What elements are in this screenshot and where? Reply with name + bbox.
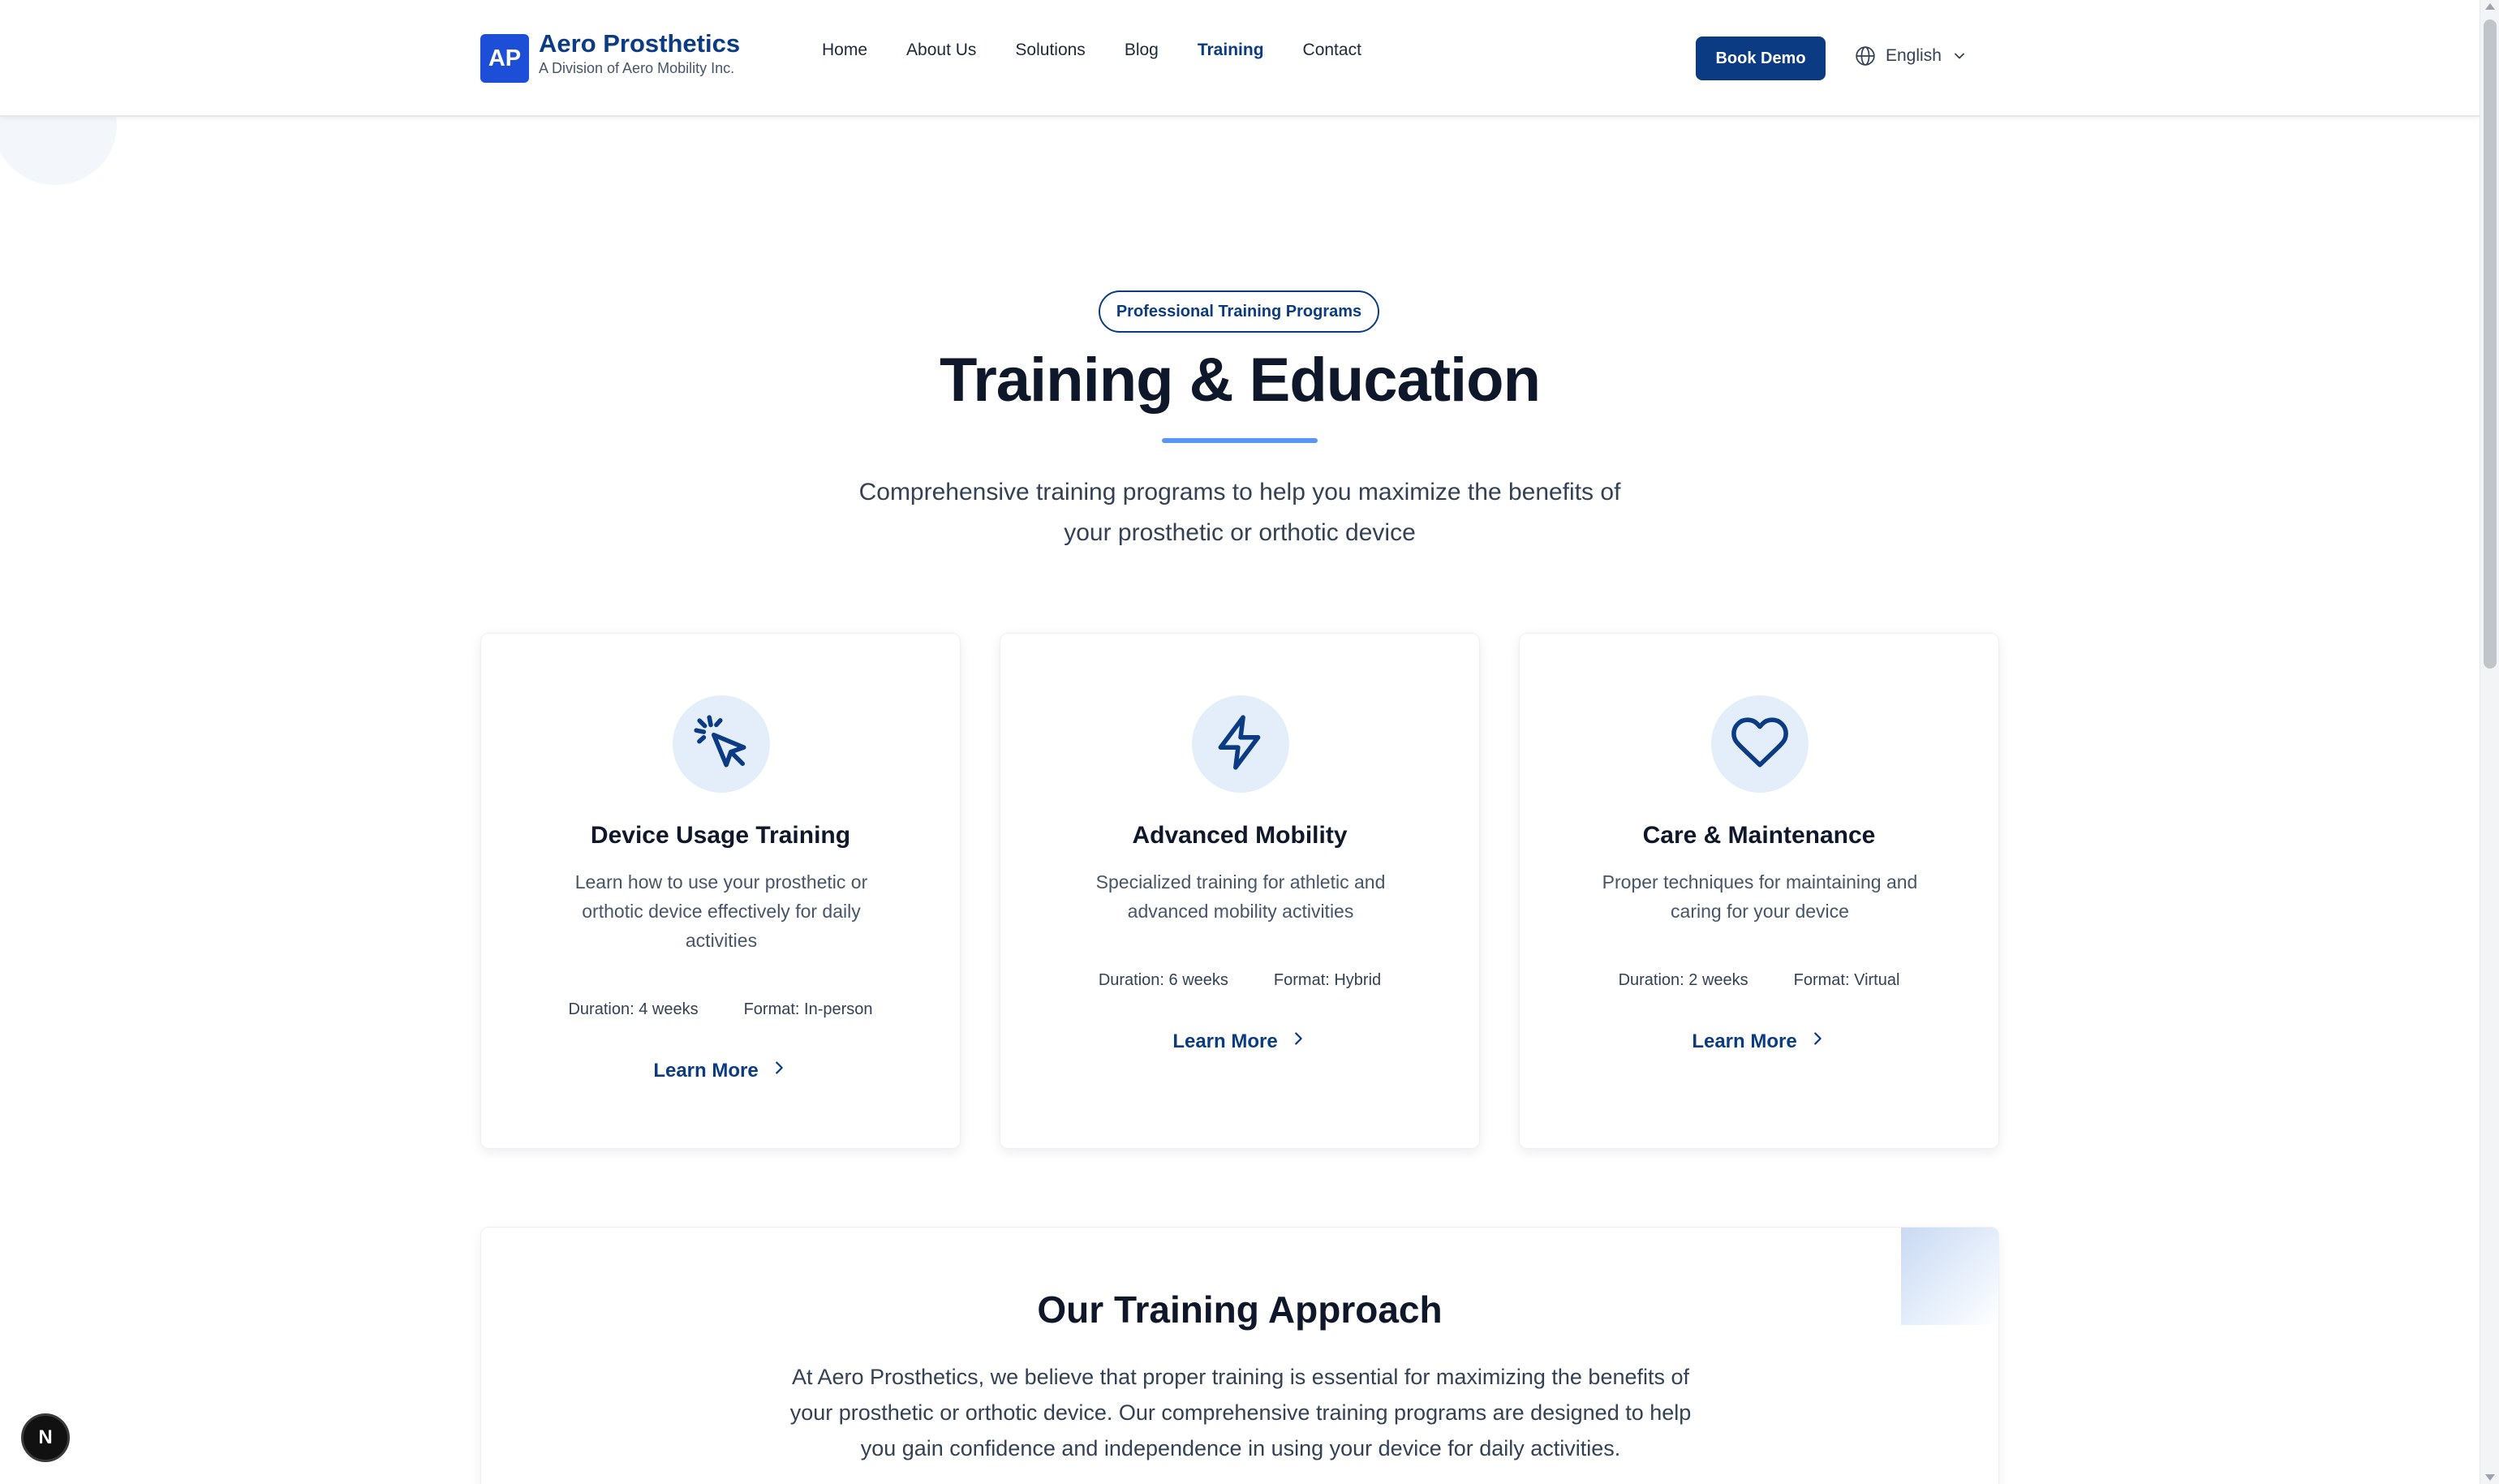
nav-about-us[interactable]: About Us [906,41,976,60]
card-description: Learn how to use your prosthetic or orth… [574,871,868,951]
section-badge: Professional Training Programs [1099,290,1379,333]
card-format: Format: Virtual [1793,971,1900,989]
card-meta: Duration: 4 weeks Format: In-person [481,1000,960,1019]
language-selector[interactable]: English [1855,45,1968,67]
nav-contact[interactable]: Contact [1303,41,1361,60]
card-meta: Duration: 6 weeks Format: Hybrid [1000,971,1479,990]
card-title: Advanced Mobility [1132,822,1348,849]
heart-icon [1730,712,1790,776]
approach-title: Our Training Approach [1037,1288,1443,1331]
card-duration: Duration: 4 weeks [568,1000,699,1018]
learn-more-label: Learn More [1172,1030,1278,1052]
learn-more-link[interactable]: Learn More [481,1059,960,1082]
card-icon-circle [1711,695,1809,793]
chevron-right-icon [1289,1030,1307,1053]
learn-more-link[interactable]: Learn More [1000,1030,1479,1053]
scroll-down-arrow-icon[interactable] [2485,1474,2495,1481]
card-format: Format: In-person [743,1000,873,1018]
main-nav: Home About Us Solutions Blog Training Co… [822,41,1361,60]
card-icon-circle [673,695,770,793]
page-subtitle: Comprehensive training programs to help … [858,479,1621,546]
learn-more-link[interactable]: Learn More [1520,1030,1998,1053]
approach-text: At Aero Prosthetics, we believe that pro… [789,1365,1692,1460]
lightning-icon [1211,712,1271,776]
card-meta: Duration: 2 weeks Format: Virtual [1520,971,1998,990]
card-title: Care & Maintenance [1642,822,1876,849]
card-format: Format: Hybrid [1273,971,1382,989]
learn-more-label: Learn More [653,1059,759,1082]
book-demo-button[interactable]: Book Demo [1696,37,1826,80]
chevron-right-icon [1809,1030,1826,1053]
nav-training[interactable]: Training [1198,41,1264,60]
nav-home[interactable]: Home [822,41,867,60]
card-duration: Duration: 2 weeks [1618,971,1748,989]
chevron-right-icon [770,1059,788,1082]
card-description: Proper techniques for maintaining and ca… [1602,871,1918,922]
site-header: AP Aero Prosthetics A Division of Aero M… [0,0,2480,117]
card-title: Device Usage Training [590,822,851,849]
cursor-click-icon [691,712,751,776]
language-label: English [1886,46,1942,65]
logo[interactable]: AP [480,34,529,83]
brand-tagline: A Division of Aero Mobility Inc. [539,60,735,76]
card-duration: Duration: 6 weeks [1098,971,1228,989]
program-card-advanced-mobility: Advanced Mobility Specialized training f… [1000,633,1480,1149]
page-scrollbar[interactable] [2480,0,2499,1484]
brand-name[interactable]: Aero Prosthetics [539,29,740,58]
training-approach-section: Our Training Approach At Aero Prosthetic… [480,1227,1999,1484]
globe-icon [1855,45,1876,67]
nav-solutions[interactable]: Solutions [1015,41,1085,60]
chevron-down-icon [1951,48,1968,64]
card-icon-circle [1192,695,1289,793]
title-underline [1162,438,1318,443]
dev-tools-badge[interactable]: N [21,1413,70,1462]
scrollbar-thumb[interactable] [2484,19,2497,669]
program-card-care-maintenance: Care & Maintenance Proper techniques for… [1519,633,1999,1149]
scroll-up-arrow-icon[interactable] [2485,3,2495,10]
program-card-device-usage: Device Usage Training Learn how to use y… [480,633,961,1149]
card-description: Specialized training for athletic and ad… [1095,871,1386,922]
page-title: Training & Education [939,346,1541,415]
nav-blog[interactable]: Blog [1125,41,1159,60]
learn-more-label: Learn More [1692,1030,1797,1052]
